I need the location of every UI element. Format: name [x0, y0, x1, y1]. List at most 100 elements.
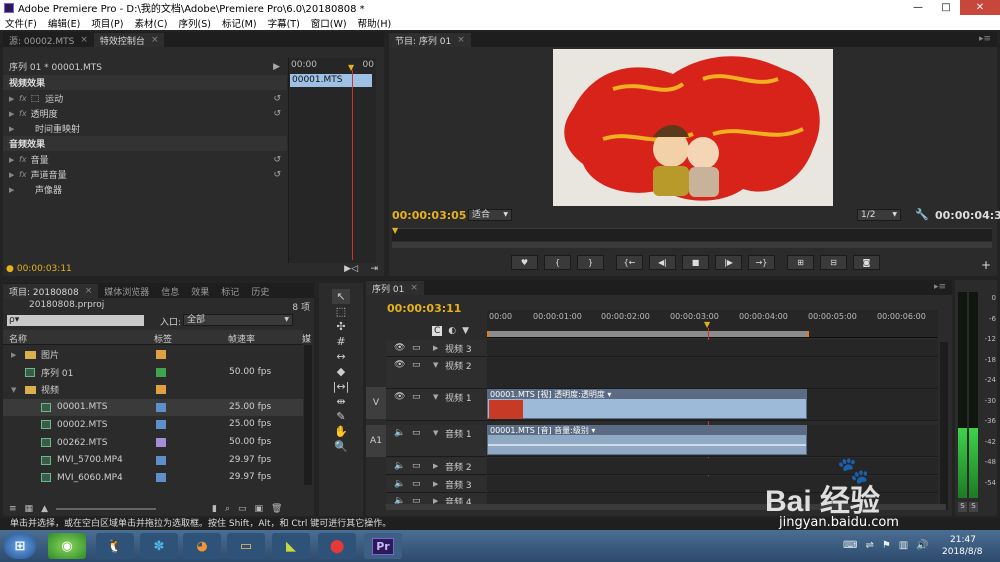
label-color-swatch[interactable] [156, 420, 166, 430]
label-color-swatch[interactable] [156, 438, 166, 447]
add-marker-button[interactable]: ♥ [511, 255, 538, 270]
fx-icon[interactable]: fx [19, 109, 27, 118]
new-item-icon[interactable]: ▣ [255, 504, 264, 514]
track-select-tool-icon[interactable]: ⬚ [332, 304, 350, 319]
find-icon[interactable]: ⌕ [225, 504, 230, 514]
col-media[interactable]: 媒 [302, 332, 311, 345]
selection-tool-icon[interactable]: ↖ [332, 289, 350, 304]
zoom-out-icon[interactable]: ▲ [41, 504, 48, 514]
tab-project[interactable]: 项目: 20180808 × [3, 284, 99, 298]
project-item-row[interactable]: 00001.MTS 25.00 fps [3, 398, 303, 416]
menu-title[interactable]: 字幕(T) [263, 16, 306, 30]
eye-icon[interactable]: 👁 [394, 360, 405, 370]
reset-icon[interactable]: ↺ [273, 170, 281, 180]
security-app-icon[interactable]: ◉ [48, 533, 86, 559]
pen-tool-icon[interactable]: ✎ [332, 409, 350, 424]
zoom-slider[interactable] [55, 507, 156, 510]
speaker-icon[interactable]: 🔈 [394, 461, 405, 471]
tab-sequence[interactable]: 序列 01 × [366, 281, 424, 295]
reset-icon[interactable]: ↺ [273, 109, 281, 119]
solo-right-button[interactable]: S [969, 502, 978, 512]
sync-lock-icon[interactable]: ▭ [412, 360, 421, 370]
tab-markers[interactable]: 标记 [215, 284, 245, 298]
effect-volume[interactable]: ▶ fx 音量 ↺ [3, 152, 287, 167]
list-view-icon[interactable]: ≡ [9, 504, 17, 514]
step-back-button[interactable]: ◀| [649, 255, 676, 270]
slide-tool-icon[interactable]: ⇹ [332, 394, 350, 409]
razor-tool-icon[interactable]: ◆ [332, 364, 350, 379]
scrub-playhead-icon[interactable]: ▼ [392, 226, 398, 235]
label-color-swatch[interactable] [156, 385, 166, 395]
project-item-row[interactable]: 序列 01 50.00 fps [3, 364, 303, 381]
effect-time-remap[interactable]: ▶ 时间重映射 [3, 121, 287, 136]
go-to-in-button[interactable]: {← [616, 255, 643, 270]
program-zoom-bar[interactable] [392, 242, 992, 248]
rate-stretch-tool-icon[interactable]: ↔ [332, 349, 350, 364]
stop-button[interactable]: ■ [682, 255, 709, 270]
sync-lock-icon[interactable]: ▭ [412, 343, 421, 353]
menu-project[interactable]: 项目(P) [86, 16, 129, 30]
expand-icon[interactable]: ▼ [433, 361, 438, 369]
menu-sequence[interactable]: 序列(S) [174, 16, 217, 30]
rolling-edit-tool-icon[interactable]: # [332, 334, 350, 349]
maximize-button[interactable]: □ [932, 0, 960, 15]
slip-tool-icon[interactable]: |↔| [332, 379, 350, 394]
marker-icon[interactable]: ◐ [448, 326, 456, 336]
col-fps[interactable]: 帧速率 [228, 332, 255, 345]
qq-app-icon[interactable]: 🐧 [96, 533, 134, 559]
track-header[interactable]: 🔈 ▭ ▶ 音频 3 [386, 476, 486, 493]
tab-media-browser[interactable]: 媒体浏览器 [98, 284, 155, 298]
tab-program[interactable]: 节目: 序列 01 × [389, 33, 471, 47]
project-item-row[interactable]: ▼ 视频 [3, 381, 303, 398]
fx-icon[interactable]: fx [19, 155, 27, 164]
menu-clip[interactable]: 素材(C) [129, 16, 173, 30]
settings-wrench-icon[interactable]: 🔧 [915, 208, 929, 221]
mark-in-button[interactable]: { [544, 255, 571, 270]
mini-clip-bar[interactable]: 00001.MTS [290, 74, 372, 87]
speaker-icon[interactable]: 🔈 [394, 428, 405, 438]
new-bin-icon[interactable]: ▭ [238, 504, 247, 514]
export-frame-icon[interactable]: ⇥ [370, 264, 378, 274]
keyboard-tray-icon[interactable]: ⌨ [843, 540, 857, 551]
panel-menu-icon[interactable]: ▸≡ [979, 34, 991, 44]
reset-icon[interactable]: ↺ [273, 155, 281, 165]
expand-icon[interactable]: ▶ [9, 186, 19, 194]
fx-icon[interactable]: fx [19, 94, 27, 103]
file-explorer-icon[interactable]: ▭ [227, 533, 265, 559]
tab-history[interactable]: 历史 [245, 284, 275, 298]
hand-tool-icon[interactable]: ✋ [332, 424, 350, 439]
label-color-swatch[interactable] [156, 455, 166, 465]
expand-icon[interactable]: ▶ [9, 156, 19, 164]
tab-source[interactable]: 源: 00002.MTS × [3, 33, 94, 47]
expand-icon[interactable]: ▶ [9, 171, 19, 179]
add-button-icon[interactable]: + [981, 258, 991, 272]
network-tray-icon[interactable]: ▥ [899, 540, 908, 551]
effect-channel-volume[interactable]: ▶ fx 声道音量 ↺ [3, 167, 287, 182]
menu-file[interactable]: 文件(F) [0, 16, 43, 30]
icon-view-icon[interactable]: ▦ [25, 504, 34, 514]
fx-icon[interactable]: fx [19, 170, 27, 179]
track-header[interactable]: 🔈 ▭ ▶ 音频 2 [386, 458, 486, 475]
zoom-tool-icon[interactable]: 🔍 [332, 439, 350, 454]
timeline-ruler[interactable]: 00:00 00:00:01:00 00:00:02:00 00:00:03:00 00… [487, 310, 938, 338]
export-frame-button[interactable]: ◙ [853, 255, 880, 270]
extract-button[interactable]: ⊟ [820, 255, 847, 270]
expand-icon[interactable]: ▶ [433, 480, 438, 488]
panel-menu-icon[interactable]: ▸≡ [934, 282, 946, 292]
mark-out-button[interactable]: } [577, 255, 604, 270]
label-color-swatch[interactable] [156, 367, 166, 377]
col-name[interactable]: 名称 [9, 332, 27, 345]
track-header[interactable]: 🔈 ▭ ▼ 音频 1 [386, 425, 486, 457]
track-header[interactable]: 👁 ▭ ▶ 视频 3 [386, 340, 486, 357]
menu-marker[interactable]: 标记(M) [217, 16, 263, 30]
expand-icon[interactable]: ▶ [433, 344, 438, 352]
snap-icon[interactable]: C [432, 326, 443, 336]
editor-app-icon[interactable]: ◣ [272, 533, 310, 559]
track-header[interactable]: 👁 ▭ ▼ 视频 2 [386, 357, 486, 389]
effect-motion[interactable]: ▶ fx ⬚ 运动 ↺ [3, 91, 287, 106]
fit-dropdown[interactable]: 适合 ▼ [468, 209, 512, 221]
go-to-out-button[interactable]: →} [748, 255, 775, 270]
tab-effects[interactable]: 效果 [185, 284, 215, 298]
menu-edit[interactable]: 编辑(E) [43, 16, 86, 30]
project-item-row[interactable]: MVI_6060.MP4 29.97 fps [3, 469, 303, 486]
